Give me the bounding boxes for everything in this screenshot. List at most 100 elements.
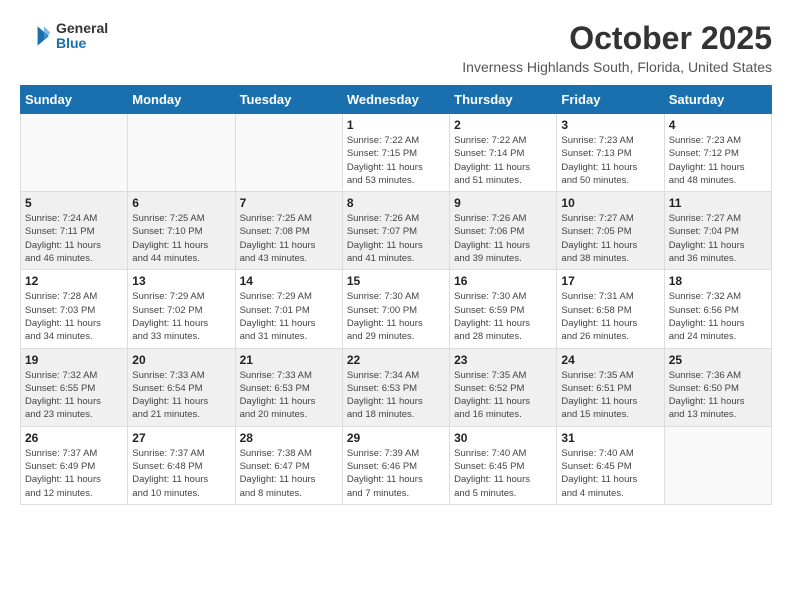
day-number: 9 [454,196,552,210]
calendar-cell: 11 Sunrise: 7:27 AM Sunset: 7:04 PM Dayli… [664,192,771,270]
calendar-week-2: 5Sunrise: 7:24 AM Sunset: 7:11 PM Daylig… [21,192,772,270]
weekday-header-monday: Monday [128,86,235,114]
calendar-cell: 31 Sunrise: 7:40 AM Sunset: 6:45 PM Dayli… [557,426,664,504]
day-number: 31 [561,431,659,445]
day-info: Sunrise: 7:22 AM Sunset: 7:15 PM Dayligh… [347,134,445,187]
calendar-cell: 4 Sunrise: 7:23 AM Sunset: 7:12 PM Daylig… [664,114,771,192]
day-info: Sunrise: 7:23 AM Sunset: 7:12 PM Dayligh… [669,134,767,187]
day-info: Sunrise: 7:29 AM Sunset: 7:02 PM Dayligh… [132,290,230,343]
calendar-table: SundayMondayTuesdayWednesdayThursdayFrid… [20,85,772,505]
logo: General Blue [20,20,108,52]
calendar-cell [128,114,235,192]
calendar-cell: 24 Sunrise: 7:35 AM Sunset: 6:51 PM Dayli… [557,348,664,426]
day-number: 26 [25,431,123,445]
day-number: 5 [25,196,123,210]
calendar-cell: 13 Sunrise: 7:29 AM Sunset: 7:02 PM Dayli… [128,270,235,348]
calendar-week-1: 1 Sunrise: 7:22 AM Sunset: 7:15 PM Daylig… [21,114,772,192]
day-number: 11 [669,196,767,210]
day-number: 21 [240,353,338,367]
day-number: 7 [240,196,338,210]
day-info: Sunrise: 7:40 AM Sunset: 6:45 PM Dayligh… [561,447,659,500]
calendar-cell: 21 Sunrise: 7:33 AM Sunset: 6:53 PM Dayli… [235,348,342,426]
calendar-week-3: 12 Sunrise: 7:28 AM Sunset: 7:03 PM Dayli… [21,270,772,348]
calendar-cell: 17Sunrise: 7:31 AM Sunset: 6:58 PM Dayli… [557,270,664,348]
weekday-header-wednesday: Wednesday [342,86,449,114]
day-number: 19 [25,353,123,367]
day-number: 6 [132,196,230,210]
calendar-cell: 5Sunrise: 7:24 AM Sunset: 7:11 PM Daylig… [21,192,128,270]
day-info: Sunrise: 7:29 AM Sunset: 7:01 PM Dayligh… [240,290,338,343]
day-info: Sunrise: 7:26 AM Sunset: 7:06 PM Dayligh… [454,212,552,265]
calendar-cell: 27Sunrise: 7:37 AM Sunset: 6:48 PM Dayli… [128,426,235,504]
calendar-cell: 1 Sunrise: 7:22 AM Sunset: 7:15 PM Daylig… [342,114,449,192]
title-section: October 2025 Inverness Highlands South, … [462,20,772,75]
calendar-cell: 19 Sunrise: 7:32 AM Sunset: 6:55 PM Dayli… [21,348,128,426]
calendar-cell: 25 Sunrise: 7:36 AM Sunset: 6:50 PM Dayli… [664,348,771,426]
day-info: Sunrise: 7:23 AM Sunset: 7:13 PM Dayligh… [561,134,659,187]
calendar-cell: 20 Sunrise: 7:33 AM Sunset: 6:54 PM Dayli… [128,348,235,426]
weekday-header-saturday: Saturday [664,86,771,114]
day-info: Sunrise: 7:33 AM Sunset: 6:54 PM Dayligh… [132,369,230,422]
calendar-cell: 8Sunrise: 7:26 AM Sunset: 7:07 PM Daylig… [342,192,449,270]
day-number: 20 [132,353,230,367]
calendar-cell: 12 Sunrise: 7:28 AM Sunset: 7:03 PM Dayli… [21,270,128,348]
calendar-cell: 23Sunrise: 7:35 AM Sunset: 6:52 PM Dayli… [450,348,557,426]
logo-blue: Blue [56,36,108,51]
day-number: 4 [669,118,767,132]
calendar-cell: 6Sunrise: 7:25 AM Sunset: 7:10 PM Daylig… [128,192,235,270]
day-number: 12 [25,274,123,288]
logo-text: General Blue [56,21,108,52]
day-info: Sunrise: 7:30 AM Sunset: 7:00 PM Dayligh… [347,290,445,343]
day-number: 22 [347,353,445,367]
day-number: 24 [561,353,659,367]
day-info: Sunrise: 7:39 AM Sunset: 6:46 PM Dayligh… [347,447,445,500]
weekday-header-friday: Friday [557,86,664,114]
day-info: Sunrise: 7:36 AM Sunset: 6:50 PM Dayligh… [669,369,767,422]
day-info: Sunrise: 7:37 AM Sunset: 6:49 PM Dayligh… [25,447,123,500]
weekday-header-row: SundayMondayTuesdayWednesdayThursdayFrid… [21,86,772,114]
day-info: Sunrise: 7:34 AM Sunset: 6:53 PM Dayligh… [347,369,445,422]
calendar-week-4: 19 Sunrise: 7:32 AM Sunset: 6:55 PM Dayli… [21,348,772,426]
location-subtitle: Inverness Highlands South, Florida, Unit… [462,59,772,75]
day-info: Sunrise: 7:33 AM Sunset: 6:53 PM Dayligh… [240,369,338,422]
day-info: Sunrise: 7:26 AM Sunset: 7:07 PM Dayligh… [347,212,445,265]
day-info: Sunrise: 7:27 AM Sunset: 7:04 PM Dayligh… [669,212,767,265]
day-info: Sunrise: 7:25 AM Sunset: 7:08 PM Dayligh… [240,212,338,265]
day-info: Sunrise: 7:40 AM Sunset: 6:45 PM Dayligh… [454,447,552,500]
day-number: 3 [561,118,659,132]
day-info: Sunrise: 7:37 AM Sunset: 6:48 PM Dayligh… [132,447,230,500]
day-number: 28 [240,431,338,445]
calendar-cell: 16 Sunrise: 7:30 AM Sunset: 6:59 PM Dayli… [450,270,557,348]
month-title: October 2025 [462,20,772,57]
day-number: 23 [454,353,552,367]
day-info: Sunrise: 7:35 AM Sunset: 6:51 PM Dayligh… [561,369,659,422]
day-number: 16 [454,274,552,288]
day-number: 2 [454,118,552,132]
day-number: 30 [454,431,552,445]
day-info: Sunrise: 7:32 AM Sunset: 6:55 PM Dayligh… [25,369,123,422]
calendar-cell: 29Sunrise: 7:39 AM Sunset: 6:46 PM Dayli… [342,426,449,504]
calendar-cell: 10Sunrise: 7:27 AM Sunset: 7:05 PM Dayli… [557,192,664,270]
calendar-cell [664,426,771,504]
day-info: Sunrise: 7:28 AM Sunset: 7:03 PM Dayligh… [25,290,123,343]
page-header: General Blue October 2025 Inverness High… [20,20,772,75]
weekday-header-sunday: Sunday [21,86,128,114]
calendar-week-5: 26 Sunrise: 7:37 AM Sunset: 6:49 PM Dayli… [21,426,772,504]
day-info: Sunrise: 7:27 AM Sunset: 7:05 PM Dayligh… [561,212,659,265]
calendar-cell: 14Sunrise: 7:29 AM Sunset: 7:01 PM Dayli… [235,270,342,348]
day-info: Sunrise: 7:30 AM Sunset: 6:59 PM Dayligh… [454,290,552,343]
calendar-cell [21,114,128,192]
day-number: 1 [347,118,445,132]
calendar-cell: 2Sunrise: 7:22 AM Sunset: 7:14 PM Daylig… [450,114,557,192]
day-number: 25 [669,353,767,367]
weekday-header-tuesday: Tuesday [235,86,342,114]
day-info: Sunrise: 7:31 AM Sunset: 6:58 PM Dayligh… [561,290,659,343]
calendar-cell: 18Sunrise: 7:32 AM Sunset: 6:56 PM Dayli… [664,270,771,348]
day-number: 13 [132,274,230,288]
calendar-cell: 28Sunrise: 7:38 AM Sunset: 6:47 PM Dayli… [235,426,342,504]
calendar-cell: 9 Sunrise: 7:26 AM Sunset: 7:06 PM Daylig… [450,192,557,270]
day-number: 15 [347,274,445,288]
day-info: Sunrise: 7:32 AM Sunset: 6:56 PM Dayligh… [669,290,767,343]
calendar-cell: 7 Sunrise: 7:25 AM Sunset: 7:08 PM Daylig… [235,192,342,270]
logo-general: General [56,21,108,36]
